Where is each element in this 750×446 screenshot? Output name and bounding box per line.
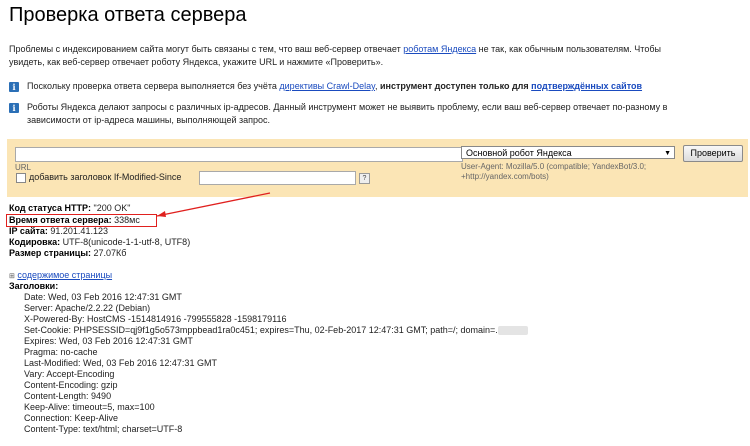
page-size-value: 27.07Кб [91,248,127,258]
header-line: X-Powered-By: HostCMS -1514814916 -79955… [24,314,287,324]
response-time-value: 338мс [111,215,140,225]
header-line: Content-Type: text/html; charset=UTF-8 [24,424,183,434]
http-status-value: "200 OK" [91,203,131,213]
header-line: Set-Cookie: PHPSESSID=qj9f1g5o573mppbead… [24,325,528,336]
page-content-link[interactable]: содержимое страницы [17,270,112,280]
http-status-label: Код статуса HTTP: [9,203,92,213]
site-ip: IP сайта: 91.201.41.123 [9,226,108,237]
site-ip-value: 91.201.41.123 [47,226,108,236]
header-line: Vary: Accept-Encoding [24,369,115,379]
header-line: Content-Length: 9490 [24,391,112,401]
header-line: Keep-Alive: timeout=5, max=100 [24,402,155,412]
header-line: Last-Modified: Wed, 03 Feb 2016 12:47:31… [24,358,217,368]
encoding: Кодировка: UTF-8(unicode-1-1-utf-8, UTF8… [9,237,190,248]
header-line: Content-Encoding: gzip [24,380,118,390]
response-time-label: Время ответа сервера: [9,215,112,225]
page-size-label: Размер страницы: [9,248,92,258]
expand-icon: ⊞ [9,273,15,280]
encoding-value: UTF-8(unicode-1-1-utf-8, UTF8) [60,237,191,247]
redacted-domain [497,326,528,336]
encoding-label: Кодировка: [9,237,61,247]
http-status: Код статуса HTTP: "200 OK" [9,203,130,214]
headers-title: Заголовки: [9,281,58,292]
headers-title-label: Заголовки: [9,281,59,291]
header-line: Pragma: no-cache [24,347,98,357]
site-ip-label: IP сайта: [9,226,48,236]
header-line: Server: Apache/2.2.22 (Debian) [24,303,151,313]
response-time: Время ответа сервера: 338мс [9,215,140,226]
header-line: Connection: Keep-Alive [24,413,119,423]
header-line: Date: Wed, 03 Feb 2016 12:47:31 GMT [24,292,182,302]
page-size: Размер страницы: 27.07Кб [9,248,126,259]
set-cookie-value: Set-Cookie: PHPSESSID=qj9f1g5o573mppbead… [24,325,498,335]
header-line: Expires: Wed, 03 Feb 2016 12:47:31 GMT [24,336,193,346]
